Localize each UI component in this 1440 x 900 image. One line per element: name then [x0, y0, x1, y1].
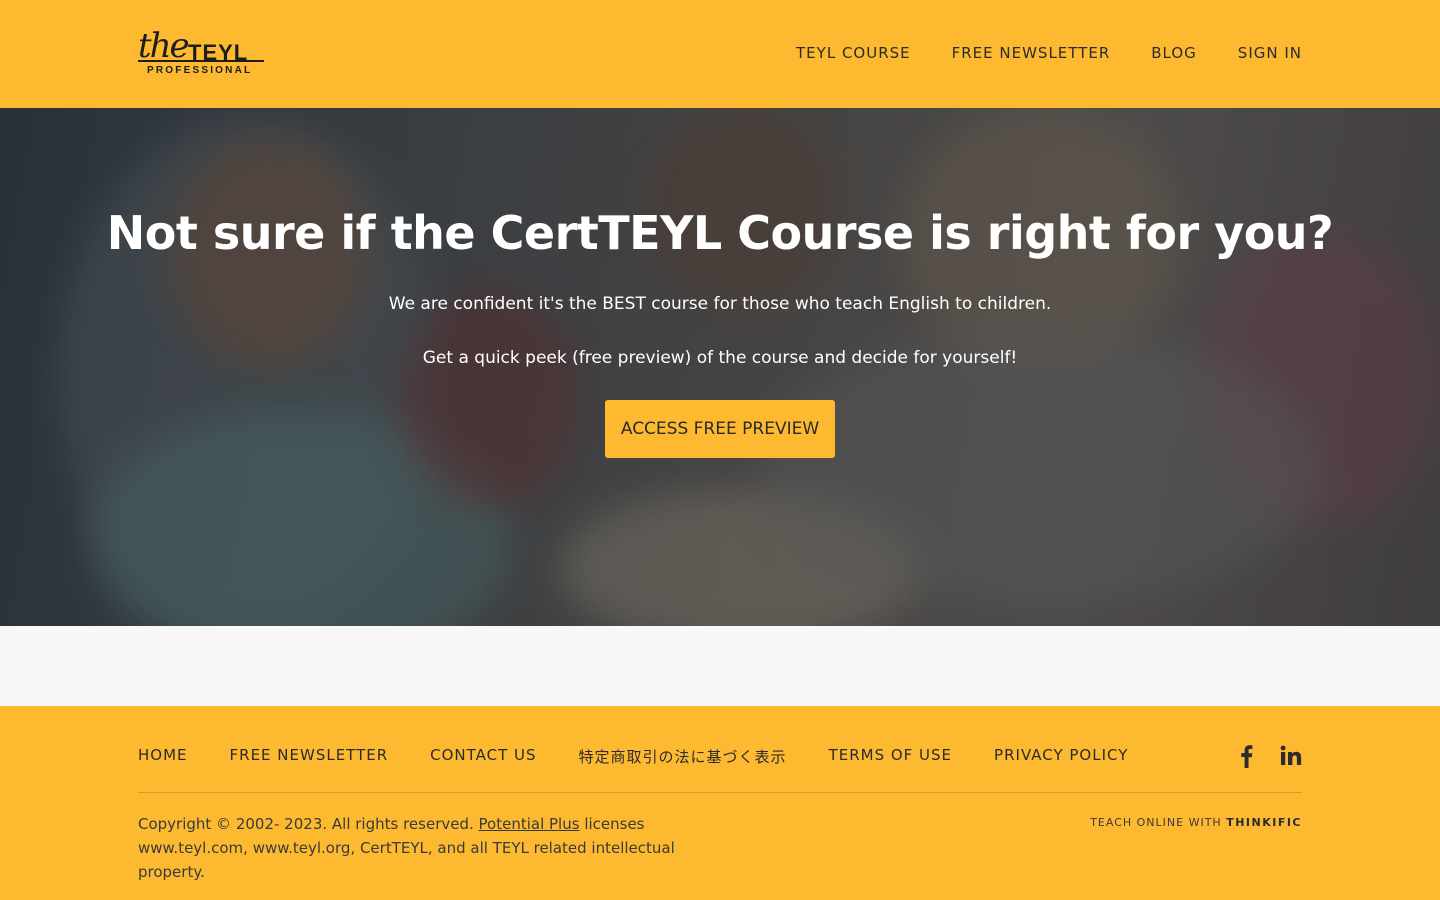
linkedin-icon[interactable]	[1280, 744, 1302, 768]
nav-teyl-course[interactable]: TEYL COURSE	[796, 44, 911, 62]
hero-content: Not sure if the CertTEYL Course is right…	[0, 108, 1440, 626]
logo-brand: TEYL	[188, 40, 249, 65]
nav-free-newsletter[interactable]: FREE NEWSLETTER	[952, 44, 1111, 62]
footer-link-privacy-policy[interactable]: PRIVACY POLICY	[994, 746, 1128, 767]
hero-banner: Not sure if the CertTEYL Course is right…	[0, 108, 1440, 626]
spacer-band	[0, 626, 1440, 706]
logo-tagline: PROFESSIONAL	[147, 65, 253, 76]
hero-title: Not sure if the CertTEYL Course is right…	[106, 206, 1334, 260]
powered-by-thinkific[interactable]: TEACH ONLINE WITH THINKIFIC	[1090, 816, 1302, 829]
nav-blog[interactable]: BLOG	[1151, 44, 1197, 62]
logo-underline	[138, 60, 264, 62]
thinkific-brand: THINKIFIC	[1226, 816, 1302, 829]
footer-divider	[138, 792, 1302, 793]
footer-link-commercial-transactions[interactable]: 特定商取引の法に基づく表示	[579, 746, 787, 767]
nav-sign-in[interactable]: SIGN IN	[1238, 44, 1302, 62]
footer-link-terms-of-use[interactable]: TERMS OF USE	[829, 746, 952, 767]
social-links	[1236, 744, 1302, 768]
main-nav: TEYL COURSE FREE NEWSLETTER BLOG SIGN IN	[796, 44, 1302, 62]
facebook-icon[interactable]	[1236, 744, 1258, 768]
potential-plus-link[interactable]: Potential Plus	[479, 815, 580, 833]
footer-link-contact-us[interactable]: CONTACT US	[430, 746, 536, 767]
footer-link-free-newsletter[interactable]: FREE NEWSLETTER	[230, 746, 389, 767]
copyright-text: Copyright © 2002- 2023. All rights reser…	[138, 812, 738, 884]
access-free-preview-button[interactable]: ACCESS FREE PREVIEW	[605, 400, 835, 458]
powered-prefix: TEACH ONLINE WITH	[1090, 816, 1227, 829]
copyright-prefix: Copyright © 2002- 2023. All rights reser…	[138, 815, 479, 833]
footer-link-home[interactable]: HOME	[138, 746, 188, 767]
hero-subtitle-secondary: Get a quick peek (free preview) of the c…	[422, 348, 1018, 368]
footer-nav: HOME FREE NEWSLETTER CONTACT US 特定商取引の法に…	[138, 746, 1128, 767]
hero-subtitle: We are confident it's the BEST course fo…	[388, 294, 1052, 314]
site-footer: HOME FREE NEWSLETTER CONTACT US 特定商取引の法に…	[0, 706, 1440, 900]
site-logo[interactable]: the TEYL PROFESSIONAL	[138, 26, 268, 80]
site-header: the TEYL PROFESSIONAL TEYL COURSE FREE N…	[0, 0, 1440, 108]
